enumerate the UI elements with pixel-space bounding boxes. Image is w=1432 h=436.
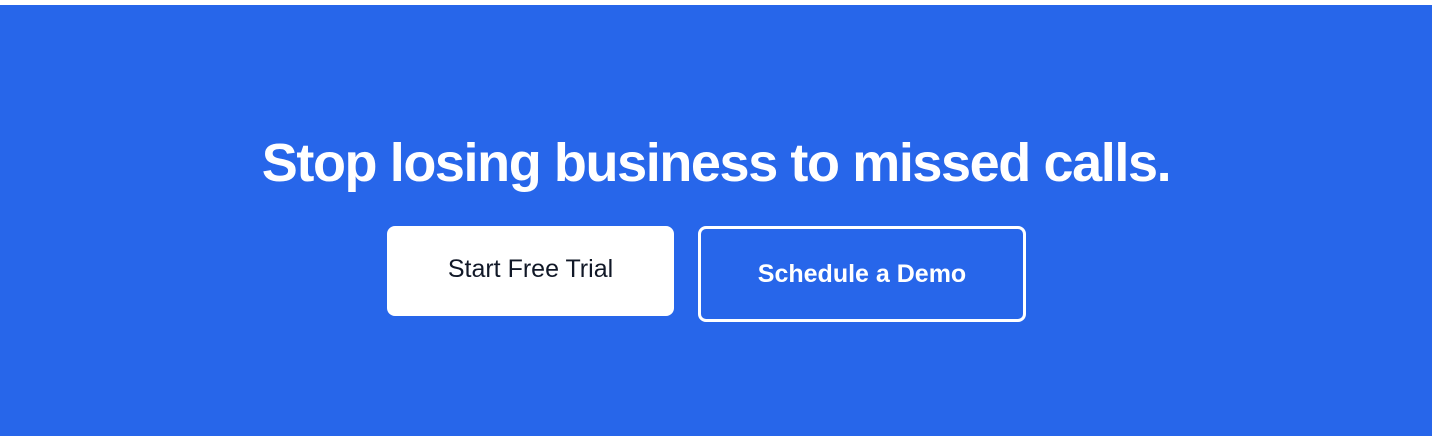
schedule-demo-button[interactable]: Schedule a Demo [698, 226, 1026, 322]
start-free-trial-button[interactable]: Start Free Trial [387, 226, 674, 316]
cta-banner: Stop losing business to missed calls. St… [0, 5, 1432, 436]
cta-headline: Stop losing business to missed calls. [261, 133, 1172, 193]
